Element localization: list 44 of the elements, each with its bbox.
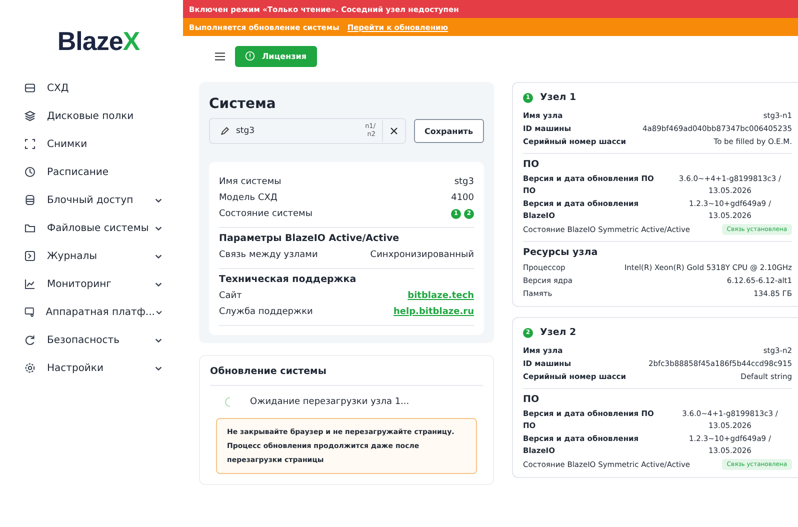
database-icon [24,194,36,206]
pencil-icon [220,126,230,136]
node-title: Узел 2 [540,327,576,338]
panel-title: Обновление системы [210,366,483,386]
sidebar-item[interactable]: Мониторинг [24,275,183,293]
folder-icon [24,222,36,234]
node-title: Узел 1 [540,92,576,103]
row-label: Модель СХД [219,192,278,205]
panel-title: Система [209,96,277,112]
sidebar-item[interactable]: Журналы [24,247,183,265]
sidebar-item[interactable]: Дисковые полки [24,107,183,125]
section-title: ПО [523,394,540,405]
clock-icon [24,166,36,178]
row-label: Связь между узлами [219,249,318,262]
section-title: Параметры BlazeIO Active/Active [219,233,400,244]
row-label: Сайт [219,290,242,303]
row-value: Синхронизированный [370,249,474,262]
layers-icon [24,110,36,122]
monitor-icon [24,306,35,318]
sidebar-item[interactable]: Блочный доступ [24,191,183,209]
settings-icon [24,362,36,374]
row-label: Состояние системы [219,208,312,221]
section-title: ПО [523,159,540,170]
row-label: Имя системы [219,176,282,189]
save-button[interactable]: Сохранить [414,119,484,143]
section-title: Ресурсы узла [523,247,599,258]
menu-icon[interactable] [215,52,225,60]
sidebar-item[interactable]: Безопасность [24,331,183,349]
sidebar-item[interactable]: СХД [24,79,183,97]
row-label: Служба поддержки [219,306,313,319]
sidebar-item[interactable]: Аппаратная платф... [24,303,183,321]
sidebar-item[interactable]: Расписание [24,163,183,181]
chart-icon [24,278,36,290]
sidebar-item[interactable]: Файловые системы [24,219,183,237]
sidebar-item[interactable]: Настройки [24,359,183,377]
frame-icon [24,138,36,150]
info-icon [245,51,255,61]
row-value: 4100 [451,192,474,205]
section-title: Техническая поддержка [219,274,358,285]
logo: BlazeX [56,26,141,57]
sidebar-item[interactable]: Снимки [24,135,183,153]
refresh-icon [24,334,36,346]
row-value: stg3 [454,176,474,189]
status-text: Ожидание перезагрузки узла 1... [250,397,410,407]
